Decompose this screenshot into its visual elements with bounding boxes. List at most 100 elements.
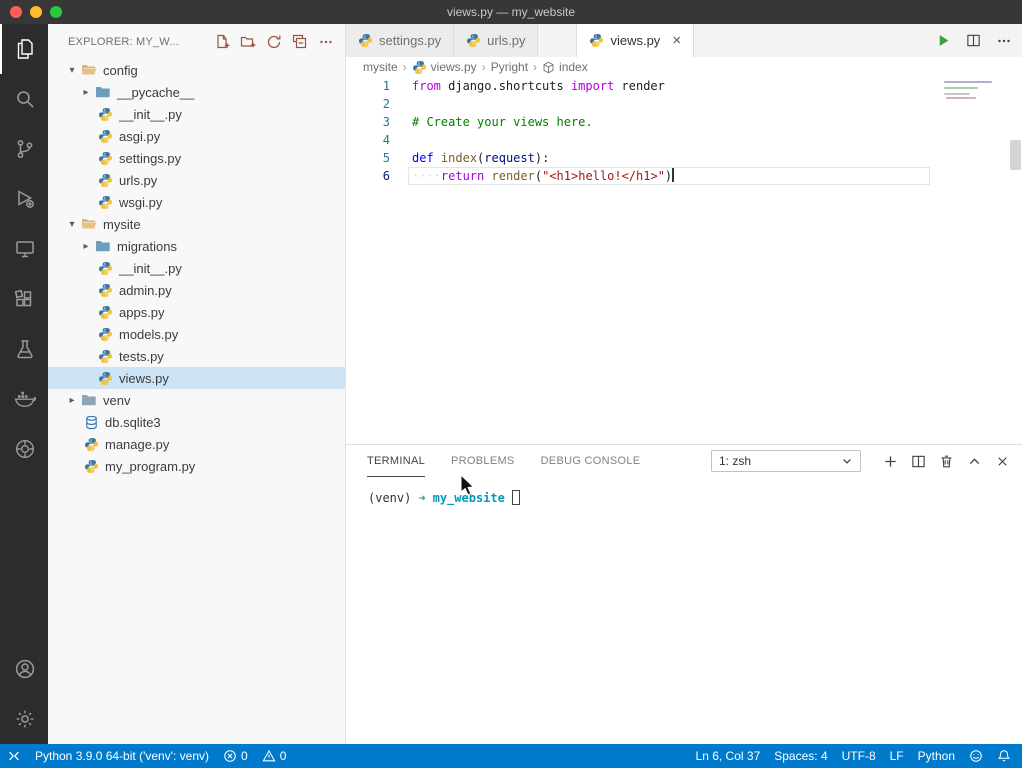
refresh-explorer-button[interactable] <box>265 33 283 51</box>
tab-label: views.py <box>610 33 660 48</box>
tree-item[interactable]: ▸__pycache__ <box>48 81 345 103</box>
warning-count[interactable]: 0 <box>255 744 294 768</box>
panel-tab[interactable]: DEBUG CONSOLE <box>541 445 641 477</box>
breadcrumb-item[interactable]: index <box>542 60 588 74</box>
minimize-window-button[interactable] <box>30 6 42 18</box>
docker-whale-icon <box>13 387 37 411</box>
tree-item-label: my_program.py <box>105 459 195 474</box>
tree-item[interactable]: apps.py <box>48 301 345 323</box>
eol-sequence[interactable]: LF <box>883 744 911 768</box>
tree-item[interactable]: asgi.py <box>48 125 345 147</box>
play-icon <box>936 33 951 48</box>
shell-select[interactable]: 1: zsh <box>711 450 861 472</box>
activity-run-debug-button[interactable] <box>0 174 48 224</box>
more-editor-actions-button[interactable] <box>996 33 1012 49</box>
activity-account-button[interactable] <box>0 644 48 694</box>
code-line[interactable]: 1from django.shortcuts import render <box>346 77 1022 95</box>
close-panel-button[interactable] <box>995 454 1010 469</box>
new-file-button[interactable] <box>213 33 231 51</box>
activity-plugin-circle-button[interactable] <box>0 424 48 474</box>
activity-extensions-button[interactable] <box>0 274 48 324</box>
git-branch-icon <box>14 138 36 160</box>
code-editor[interactable]: 1from django.shortcuts import render23# … <box>346 77 1022 444</box>
indentation[interactable]: Spaces: 4 <box>767 744 834 768</box>
folder-open-icon <box>80 62 98 78</box>
tree-item[interactable]: admin.py <box>48 279 345 301</box>
tree-item[interactable]: settings.py <box>48 147 345 169</box>
tree-item[interactable]: urls.py <box>48 169 345 191</box>
python-icon <box>96 327 114 342</box>
notifications[interactable] <box>990 744 1018 768</box>
tree-item-label: tests.py <box>119 349 164 364</box>
activity-source-control-button[interactable] <box>0 124 48 174</box>
tree-item[interactable]: ▾mysite <box>48 213 345 235</box>
new-folder-button[interactable] <box>239 33 257 51</box>
tree-item[interactable]: db.sqlite3 <box>48 411 345 433</box>
code-line[interactable]: 4 <box>346 131 1022 149</box>
close-window-button[interactable] <box>10 6 22 18</box>
python-interpreter[interactable]: Python 3.9.0 64-bit ('venv': venv) <box>28 744 216 768</box>
tree-item[interactable]: ▸migrations <box>48 235 345 257</box>
panel-tab[interactable]: PROBLEMS <box>451 445 515 477</box>
more-actions-button[interactable] <box>317 33 335 51</box>
feedback[interactable] <box>962 744 990 768</box>
split-editor-button[interactable] <box>966 33 981 48</box>
folder-blue-icon <box>94 238 112 254</box>
close-tab-icon[interactable]: × <box>672 33 681 48</box>
tree-item[interactable]: models.py <box>48 323 345 345</box>
tab-label: urls.py <box>487 33 525 48</box>
split-icon <box>911 454 926 469</box>
tree-item[interactable]: views.py <box>48 367 345 389</box>
activity-remote-explorer-button[interactable] <box>0 224 48 274</box>
tree-item[interactable]: tests.py <box>48 345 345 367</box>
cursor-position[interactable]: Ln 6, Col 37 <box>689 744 768 768</box>
activity-search-button[interactable] <box>0 74 48 124</box>
tree-item[interactable]: wsgi.py <box>48 191 345 213</box>
python-icon <box>412 60 427 75</box>
terminal-output[interactable]: (venv)➜my_website <box>346 477 1022 744</box>
panel-tab[interactable]: TERMINAL <box>367 445 425 477</box>
editor-tab[interactable]: urls.py <box>454 24 538 57</box>
language-mode[interactable]: Python <box>911 744 962 768</box>
split-terminal-button[interactable] <box>911 454 926 469</box>
tree-item-label: asgi.py <box>119 129 160 144</box>
explorer-sidebar: EXPLORER: MY_W... ▾config▸__pycache____i… <box>48 24 346 744</box>
code-line[interactable]: 5def index(request): <box>346 149 1022 167</box>
breadcrumb-item[interactable]: Pyright <box>491 60 528 74</box>
error-count[interactable]: 0 <box>216 744 255 768</box>
new-terminal-button[interactable] <box>883 454 898 469</box>
zoom-window-button[interactable] <box>50 6 62 18</box>
code-line[interactable]: 3# Create your views here. <box>346 113 1022 131</box>
activity-settings-button[interactable] <box>0 694 48 744</box>
tree-item[interactable]: ▾config <box>48 59 345 81</box>
chevron-right-icon: ▸ <box>78 241 94 252</box>
breadcrumb-item[interactable]: mysite <box>363 60 398 74</box>
symbol-cube-icon <box>542 61 555 74</box>
python-icon <box>96 151 114 166</box>
code-line[interactable]: 6····return render("<h1>hello!</h1>") <box>346 167 1022 185</box>
kill-terminal-button[interactable] <box>939 454 954 469</box>
tree-item[interactable]: manage.py <box>48 433 345 455</box>
code-line[interactable]: 2 <box>346 95 1022 113</box>
remote-indicator[interactable] <box>0 744 28 768</box>
tree-item[interactable]: __init__.py <box>48 257 345 279</box>
activity-testing-button[interactable] <box>0 324 48 374</box>
line-number: 5 <box>346 149 390 167</box>
encoding[interactable]: UTF-8 <box>835 744 883 768</box>
run-python-file-button[interactable] <box>936 33 951 48</box>
line-number: 2 <box>346 95 390 113</box>
breadcrumb-item[interactable]: views.py <box>412 60 477 75</box>
tree-item-label: views.py <box>119 371 169 386</box>
maximize-panel-button[interactable] <box>967 454 982 469</box>
collapse-folders-button[interactable] <box>291 33 309 51</box>
tree-item[interactable]: my_program.py <box>48 455 345 477</box>
tree-item[interactable]: ▸venv <box>48 389 345 411</box>
activity-docker-button[interactable] <box>0 374 48 424</box>
tree-item-label: db.sqlite3 <box>105 415 161 430</box>
database-icon <box>82 415 100 430</box>
editor-tab[interactable]: views.py × <box>576 24 694 57</box>
editor-tab[interactable]: settings.py <box>346 24 454 57</box>
tree-item[interactable]: __init__.py <box>48 103 345 125</box>
activity-explorer-button[interactable] <box>0 24 48 74</box>
chevron-down-icon: ▾ <box>64 219 80 230</box>
